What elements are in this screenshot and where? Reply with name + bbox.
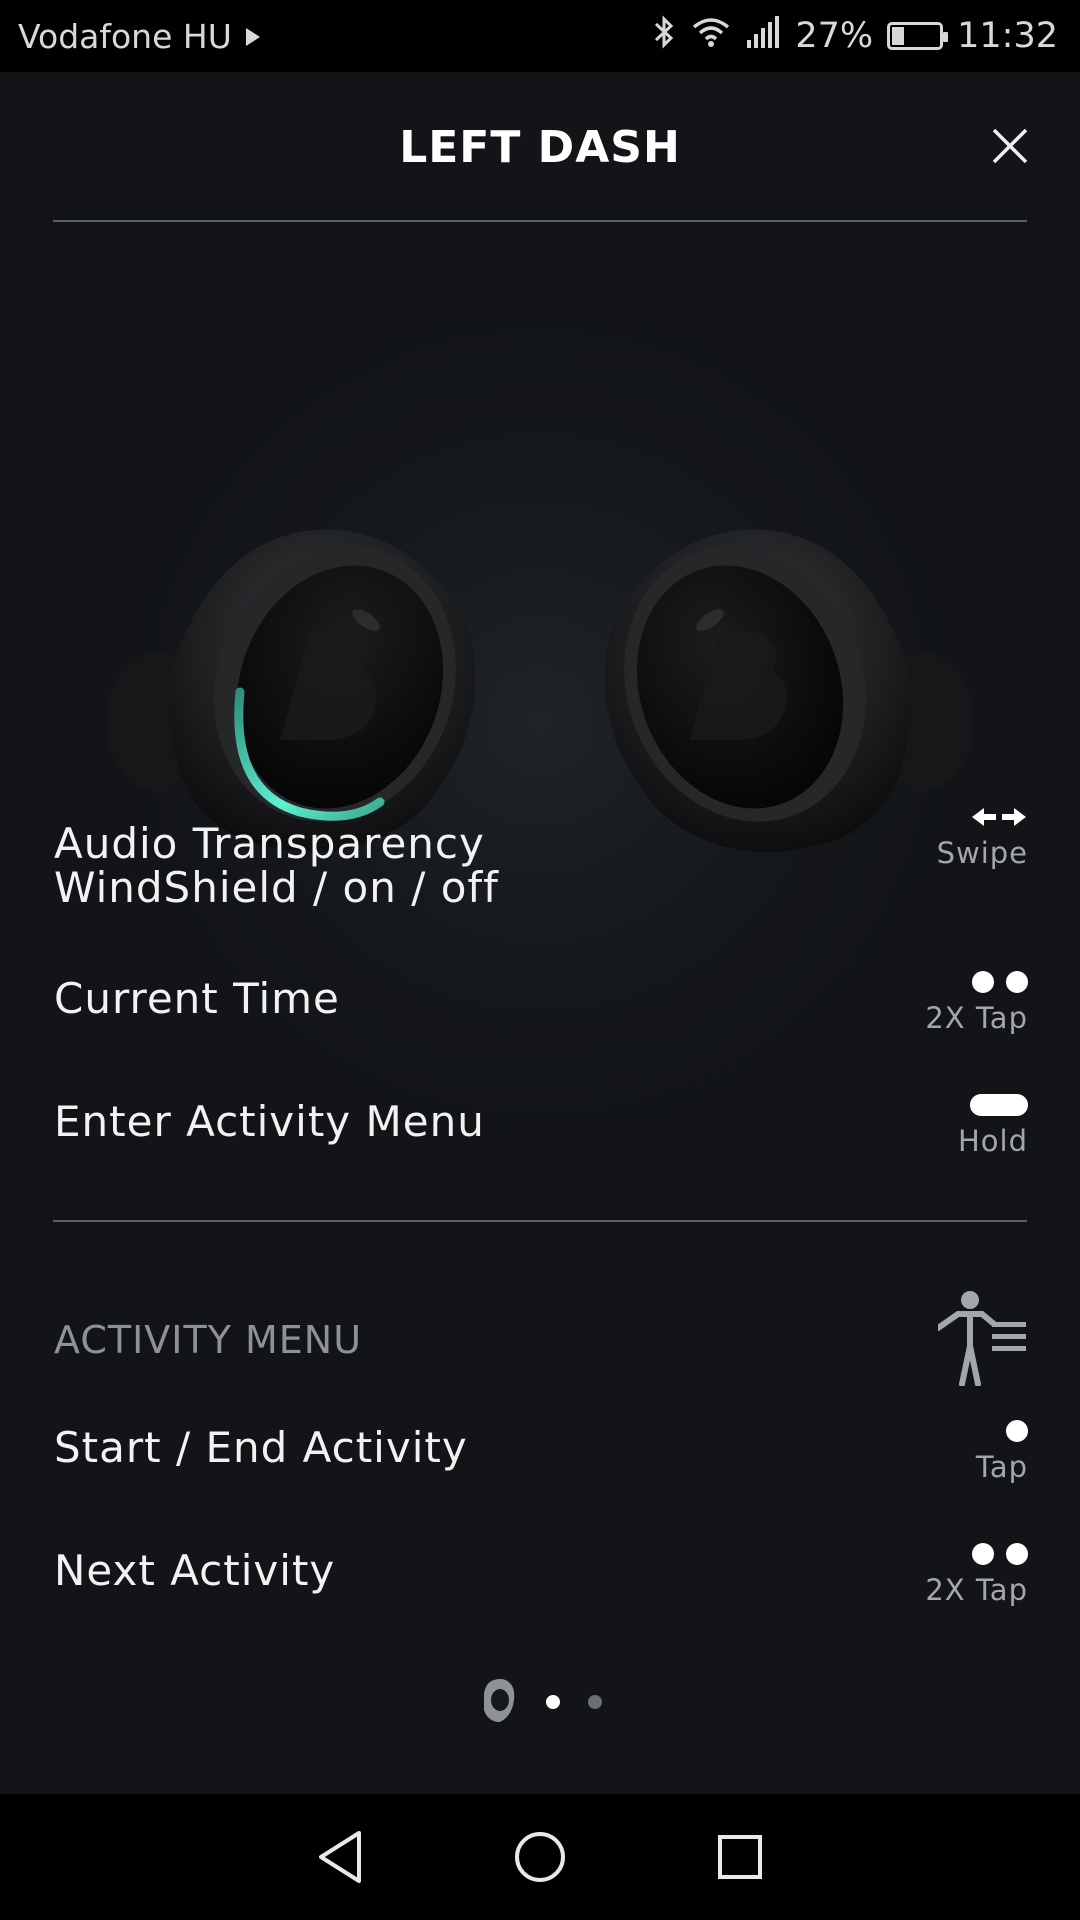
double-tap-icon [828, 969, 1028, 995]
status-left: Vodafone HU [18, 17, 262, 56]
tap-dot [972, 971, 994, 993]
battery-icon [887, 22, 949, 50]
control-label-line2: WindShield / on / off [54, 863, 499, 912]
control-label-line1: Audio Transparency [54, 819, 485, 868]
swipe-arrows-icon [828, 804, 1028, 830]
battery-percent: 27% [795, 16, 874, 56]
page-indicator [0, 1672, 1080, 1732]
page-dot-active[interactable] [546, 1695, 560, 1709]
status-right: 27% 11:32 [651, 14, 1058, 59]
wifi-icon [691, 15, 731, 58]
gesture-double-tap: 2X Tap [828, 969, 1028, 1035]
status-bar: Vodafone HU 27% 11:32 [0, 0, 1080, 72]
section-heading-activity-menu: ACTIVITY MENU [54, 1318, 363, 1362]
gesture-label: Swipe [936, 836, 1028, 870]
gesture-label: 2X Tap [925, 1001, 1028, 1035]
gesture-tap: Tap [828, 1418, 1028, 1484]
hold-icon [828, 1092, 1028, 1118]
tap-icon [828, 1418, 1028, 1444]
earbud-page-icon[interactable] [478, 1676, 518, 1728]
carrier-name: Vodafone HU [18, 16, 232, 56]
person-menu-icon [935, 1290, 1028, 1390]
tap-dot [1006, 971, 1028, 993]
control-label-audio-transparency: Audio Transparency WindShield / on / off [54, 822, 499, 910]
play-icon [244, 17, 262, 56]
section-divider [53, 1220, 1027, 1222]
gesture-swipe: Swipe [828, 804, 1028, 870]
recents-button[interactable] [710, 1827, 770, 1887]
page-dot[interactable] [588, 1695, 602, 1709]
navigation-bar [0, 1794, 1080, 1920]
control-label-enter-activity-menu: Enter Activity Menu [54, 1097, 485, 1146]
tap-dot [972, 1543, 994, 1565]
bluetooth-icon [651, 14, 677, 59]
clock: 11:32 [957, 16, 1058, 56]
battery-level-fill [892, 27, 905, 45]
left-dash-panel: LEFT DASH Audio Transparency WindShield … [0, 72, 1080, 1794]
gesture-label: Tap [975, 1450, 1028, 1484]
home-icon [515, 1832, 565, 1882]
tap-dot [1006, 1420, 1028, 1442]
control-label-start-end-activity: Start / End Activity [54, 1423, 468, 1472]
home-button[interactable] [510, 1827, 570, 1887]
tap-dot [1006, 1543, 1028, 1565]
recents-icon [718, 1835, 762, 1879]
control-label-next-activity: Next Activity [54, 1546, 336, 1595]
header-divider [53, 220, 1027, 222]
double-tap-icon [828, 1541, 1028, 1567]
back-icon [319, 1831, 361, 1883]
gesture-label: 2X Tap [925, 1573, 1028, 1607]
close-icon [992, 128, 1028, 164]
hold-pill [970, 1094, 1028, 1116]
page-title: LEFT DASH [399, 122, 681, 173]
gesture-label: Hold [957, 1124, 1028, 1158]
close-button[interactable] [980, 116, 1040, 176]
back-button[interactable] [310, 1827, 370, 1887]
signal-icon [745, 15, 781, 57]
gesture-double-tap: 2X Tap [828, 1541, 1028, 1607]
gesture-hold: Hold [828, 1092, 1028, 1158]
control-label-current-time: Current Time [54, 974, 340, 1023]
